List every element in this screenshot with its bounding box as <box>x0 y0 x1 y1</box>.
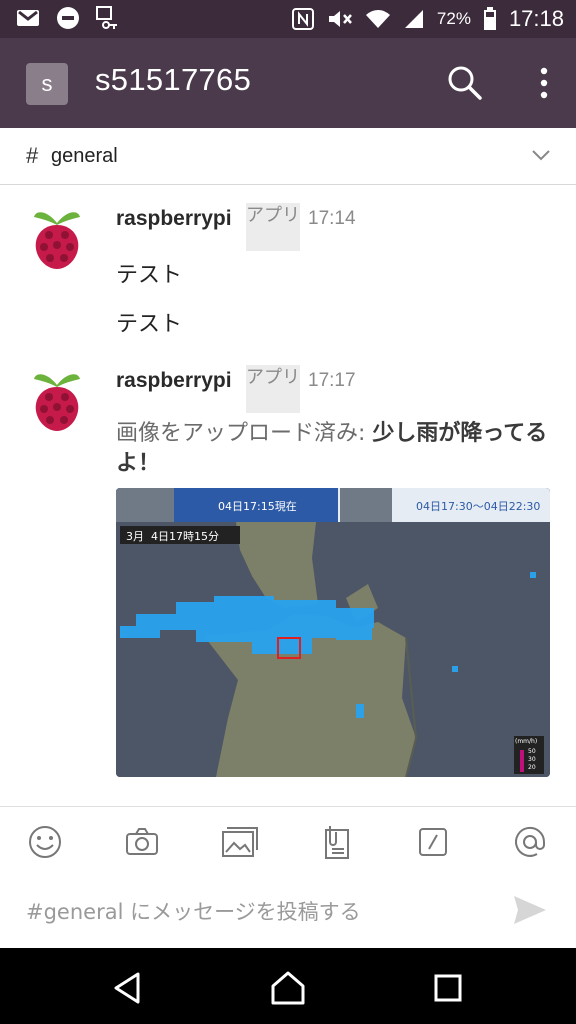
composer-toolbar <box>0 812 576 868</box>
raspberry-pi-avatar[interactable] <box>30 203 84 271</box>
app-bar: s s51517765 <box>0 38 576 128</box>
nfc-tag-icon <box>96 6 117 29</box>
send-icon[interactable] <box>512 894 548 926</box>
status-bar-right: 72% 17:18 <box>291 6 564 32</box>
channel-name: general <box>51 145 118 167</box>
wifi-icon <box>365 10 390 28</box>
status-bar: 72% 17:18 <box>0 0 576 38</box>
gmail-icon <box>17 10 39 26</box>
radar-legend-value: 50 <box>528 748 536 755</box>
channel-header[interactable]: # general <box>0 128 576 185</box>
back-icon[interactable] <box>110 970 146 1006</box>
upload-prefix: 画像をアップロード済み: <box>116 421 373 446</box>
message-time: 17:17 <box>308 370 356 391</box>
message-input[interactable]: #general にメッセージを投稿する <box>26 896 361 926</box>
recent-apps-icon[interactable] <box>430 970 466 1006</box>
battery-percent: 72% <box>436 9 471 28</box>
radar-legend-value: 20 <box>528 764 536 771</box>
system-nav-bar <box>0 948 576 1024</box>
message-list: raspberrypi アプリ 17:14 テスト テスト raspberryp… <box>0 185 576 805</box>
channel-hash: # <box>26 143 39 168</box>
radar-legend-unit: (mm/h) <box>515 738 538 745</box>
battery-icon <box>483 7 496 30</box>
mention-icon[interactable] <box>510 822 550 862</box>
camera-icon[interactable] <box>122 822 162 862</box>
radar-tab-forecast-time: 04日17:30〜04日22:30 <box>416 500 541 513</box>
home-icon[interactable] <box>270 970 306 1006</box>
nfc-icon <box>291 8 314 30</box>
mute-icon <box>328 11 352 27</box>
radar-legend-value: 30 <box>528 756 536 763</box>
status-bar-left <box>16 6 118 30</box>
message-author[interactable]: raspberrypi <box>116 369 232 393</box>
team-badge[interactable]: s <box>26 63 68 105</box>
overflow-menu-icon[interactable] <box>536 64 552 102</box>
message-text: テスト <box>116 312 183 337</box>
signal-icon <box>404 10 423 28</box>
chevron-down-icon[interactable] <box>532 148 550 162</box>
clock: 17:18 <box>508 6 564 31</box>
message-time: 17:14 <box>308 208 356 229</box>
slash-command-icon[interactable] <box>413 822 453 862</box>
attach-file-icon[interactable] <box>316 822 356 862</box>
do-not-disturb-icon <box>57 7 79 29</box>
app-tag: アプリ <box>246 365 300 413</box>
app-tag: アプリ <box>246 203 300 251</box>
rain-radar-image[interactable]: 04日17:15現在 04日17:30〜04日22:30 3月 4日17時15分… <box>116 488 550 777</box>
upload-text: 画像をアップロード済み: 少し雨が降ってるよ！ <box>116 419 556 479</box>
message-author[interactable]: raspberrypi <box>116 207 232 231</box>
raspberry-pi-avatar[interactable] <box>30 365 84 433</box>
search-icon[interactable] <box>446 64 484 102</box>
emoji-icon[interactable] <box>25 822 65 862</box>
radar-tab-current-time: 04日17:15現在 <box>218 500 297 513</box>
composer-divider <box>0 806 576 807</box>
photo-gallery-icon[interactable] <box>219 822 259 862</box>
radar-timestamp: 3月 4日17時15分 <box>126 530 219 543</box>
message-text: テスト <box>116 263 183 288</box>
team-name[interactable]: s51517765 <box>95 62 251 98</box>
